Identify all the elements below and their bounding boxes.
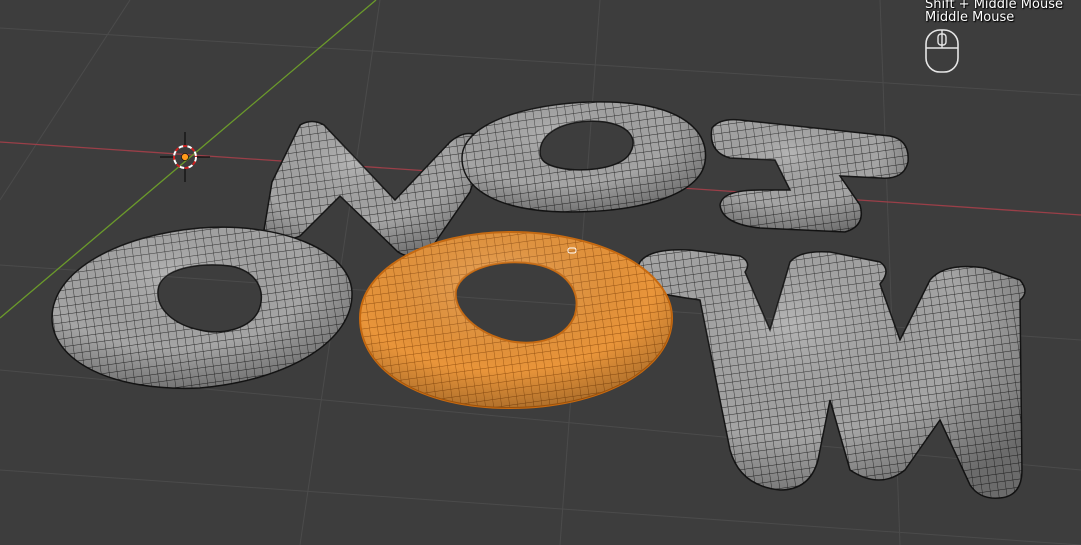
mesh-letter-w[interactable] xyxy=(636,249,1026,499)
object-origin-dot xyxy=(181,153,189,161)
viewport-scene[interactable] xyxy=(0,0,1081,545)
mesh-letter-o-selected[interactable] xyxy=(358,230,674,410)
mesh-letter-o-back[interactable] xyxy=(461,101,707,213)
3d-viewport[interactable]: Shift + Middle Mouse Middle Mouse xyxy=(0,0,1081,545)
mesh-letter-o-left[interactable] xyxy=(51,226,353,390)
mesh-letter-n[interactable] xyxy=(263,120,487,258)
hint-middle-mouse: Middle Mouse xyxy=(925,10,1015,25)
mesh-letter-t[interactable] xyxy=(710,118,909,233)
mouse-icon xyxy=(925,29,959,73)
